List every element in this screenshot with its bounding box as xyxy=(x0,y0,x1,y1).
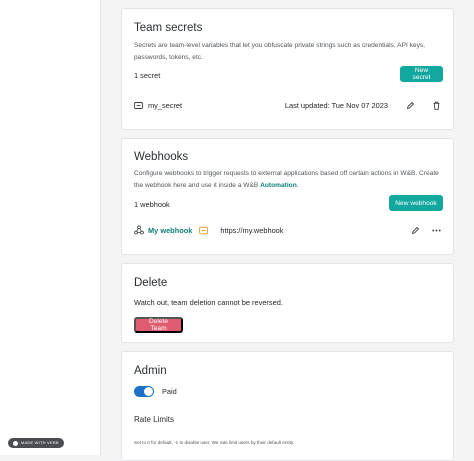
edit-icon[interactable] xyxy=(411,226,420,235)
rate-limits-title: Rate Limits xyxy=(134,415,175,424)
pane-divider xyxy=(100,0,101,455)
trash-icon[interactable] xyxy=(432,101,441,110)
team-secrets-card: Team secrets Secrets are team-level vari… xyxy=(121,8,454,130)
secret-row: my_secret Last updated: Tue Nov 07 2023 xyxy=(134,99,441,111)
webhook-count: 1 webhook xyxy=(134,200,170,209)
delete-title: Delete xyxy=(134,277,168,289)
delete-card: Delete Watch out, team deletion cannot b… xyxy=(121,263,454,343)
logo-icon xyxy=(13,440,18,446)
webhook-url: https://my.webhook xyxy=(220,225,284,235)
new-webhook-button[interactable]: New webhook xyxy=(389,195,443,211)
webhook-icon xyxy=(134,225,144,235)
webhook-row: My webhook https://my.webhook xyxy=(134,224,441,236)
admin-title: Admin xyxy=(134,365,167,377)
automation-link[interactable]: Automation xyxy=(260,182,297,189)
rate-limits-note: Set to 0 for default, -1 to disable user… xyxy=(134,440,295,445)
admin-card: Admin Paid Rate Limits Set to 0 for defa… xyxy=(121,351,454,461)
delete-warning: Watch out, team deletion cannot be rever… xyxy=(134,298,283,307)
webhooks-description-end: . xyxy=(296,182,299,189)
webhook-badge-icon xyxy=(199,226,209,235)
toggle-knob xyxy=(144,387,153,396)
paid-toggle[interactable] xyxy=(134,386,154,397)
left-pane xyxy=(0,0,100,455)
paid-label: Paid xyxy=(162,387,177,396)
more-options-icon[interactable] xyxy=(432,226,441,235)
edit-icon[interactable] xyxy=(406,101,415,110)
secret-updated: Last updated: Tue Nov 07 2023 xyxy=(284,100,388,110)
webhooks-description: Configure webhooks to trigger requests t… xyxy=(134,168,441,192)
webhooks-card: Webhooks Configure webhooks to trigger r… xyxy=(121,138,454,255)
delete-team-button[interactable]: Delete Team xyxy=(134,317,183,333)
team-secrets-description: Secrets are team-level variables that le… xyxy=(134,42,425,61)
secret-name: my_secret xyxy=(148,100,183,110)
made-with-badge[interactable]: MADE WITH VERB xyxy=(8,438,64,448)
key-icon xyxy=(134,101,143,110)
secret-count: 1 secret xyxy=(134,71,161,80)
made-with-label: MADE WITH VERB xyxy=(21,440,59,445)
webhook-name[interactable]: My webhook xyxy=(148,226,192,235)
new-secret-button[interactable]: New secret xyxy=(400,66,443,82)
webhooks-title: Webhooks xyxy=(134,151,189,163)
team-secrets-title: Team secrets xyxy=(134,22,203,34)
